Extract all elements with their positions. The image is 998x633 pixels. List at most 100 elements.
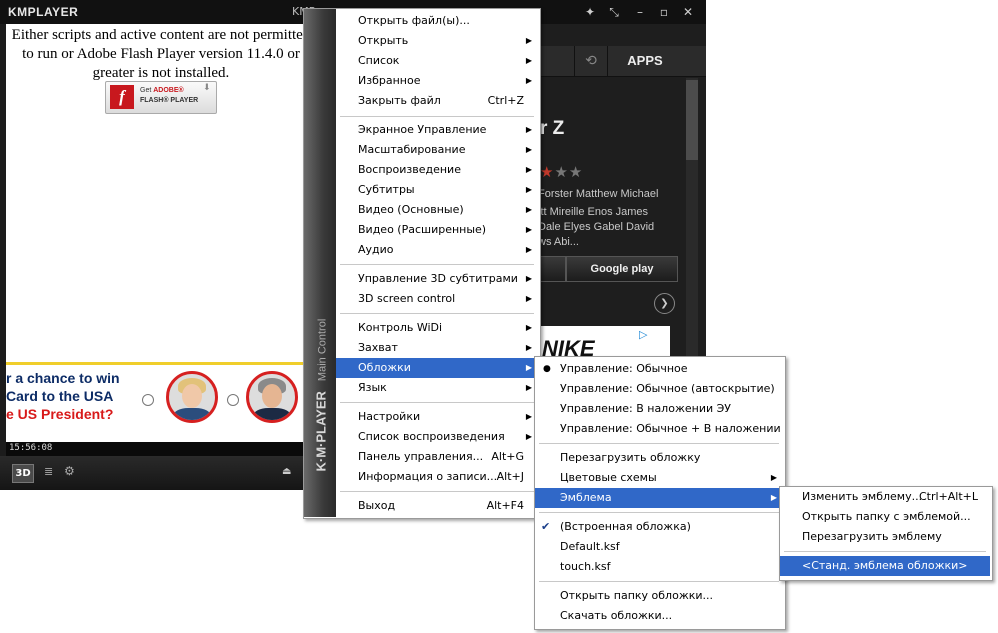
menu-item-playback[interactable]: Воспроизведение ▶ xyxy=(336,160,538,180)
menu-item-scaling[interactable]: Масштабирование ▶ xyxy=(336,140,538,160)
skin-item-reload[interactable]: Перезагрузить обложку xyxy=(535,448,783,468)
skin-item-normal-autohide[interactable]: Управление: Обычное (автоскрытие) xyxy=(535,379,783,399)
menu-separator xyxy=(340,491,534,492)
panel-scroll-thumb[interactable] xyxy=(686,80,698,160)
rating-stars: ★★★ xyxy=(540,163,583,181)
emblem-item-reload[interactable]: Перезагрузить эмблему xyxy=(780,527,990,547)
menu-item-video-advanced[interactable]: Видео (Расширенные) ▶ xyxy=(336,220,538,240)
menu-item-settings[interactable]: Настройки ▶ xyxy=(336,407,538,427)
menu-item-language[interactable]: Язык ▶ xyxy=(336,378,538,398)
menu-item-open-files[interactable]: Открыть файл(ы)... xyxy=(336,11,538,31)
candidate-portrait-1[interactable] xyxy=(166,371,218,423)
emblem-item-change[interactable]: Изменить эмблему... Ctrl+Alt+L xyxy=(780,487,990,507)
chevron-right-icon: ▶ xyxy=(525,363,532,372)
skin-item-download[interactable]: Скачать обложки... xyxy=(535,606,783,626)
menu-item-widi[interactable]: Контроль WiDi ▶ xyxy=(336,318,538,338)
close-button[interactable]: ✕ xyxy=(678,3,698,21)
skin-item-default-ksf[interactable]: Default.ksf xyxy=(535,537,783,557)
menu-item-screen-control[interactable]: Экранное Управление ▶ xyxy=(336,120,538,140)
emblem-item-default[interactable]: <Станд. эмблема обложки> xyxy=(780,556,990,576)
maximize-button[interactable]: ▫ xyxy=(654,3,674,21)
flash-warning-text: Either scripts and active content are no… xyxy=(11,27,303,81)
menu-separator xyxy=(340,264,534,265)
pin-icon[interactable]: ✦ xyxy=(580,3,600,21)
menu-item-list[interactable]: Список ▶ xyxy=(336,51,538,71)
chevron-right-icon: ▶ xyxy=(525,432,532,441)
skin-item-open-folder[interactable]: Открыть папку обложки... xyxy=(535,586,783,606)
skin-item-emblem[interactable]: Эмблема ▶ xyxy=(535,488,783,508)
menu-item-subtitles[interactable]: Субтитры ▶ xyxy=(336,180,538,200)
menu-separator xyxy=(539,512,779,513)
gear-icon[interactable]: ⚙ xyxy=(64,464,75,478)
chevron-right-icon: ▶ xyxy=(525,412,532,421)
star-icon: ★ xyxy=(554,163,569,181)
menu-item-video-basic[interactable]: Видео (Основные) ▶ xyxy=(336,200,538,220)
3d-button[interactable]: 3D xyxy=(12,464,34,483)
poll-radio-1[interactable] xyxy=(142,394,154,406)
video-area[interactable]: Either scripts and active content are no… xyxy=(6,24,303,442)
eject-icon[interactable]: ⏏ xyxy=(282,466,291,477)
menu-item-3d-screen[interactable]: 3D screen control ▶ xyxy=(336,289,538,309)
skin-item-normal-overlay[interactable]: Управление: Обычное + В наложении xyxy=(535,419,783,439)
menu-separator xyxy=(539,443,779,444)
minimode-icon[interactable]: ⤡ xyxy=(604,3,624,21)
menu-item-3d-subtitles[interactable]: Управление 3D субтитрами ▶ xyxy=(336,269,538,289)
app-logo[interactable]: KMPLAYER xyxy=(8,5,78,19)
apps-tab[interactable]: APPS xyxy=(606,46,684,76)
menu-separator xyxy=(340,402,534,403)
menu-separator xyxy=(340,313,534,314)
chevron-right-icon: ▶ xyxy=(525,225,532,234)
next-arrow-icon[interactable]: ❯ xyxy=(654,293,675,314)
menu-separator xyxy=(784,551,986,552)
menu-item-playlist[interactable]: Список воспроизведения ▶ xyxy=(336,427,538,447)
playlist-icon[interactable]: ≣ xyxy=(44,465,53,478)
chevron-right-icon: ▶ xyxy=(525,76,532,85)
menu-item-control-panel[interactable]: Панель управления... Alt+G xyxy=(336,447,538,467)
minimize-button[interactable]: – xyxy=(630,3,650,21)
chevron-right-icon: ▶ xyxy=(525,245,532,254)
skin-item-builtin[interactable]: ✔ (Встроенная обложка) xyxy=(535,517,783,537)
skin-item-color-schemes[interactable]: Цветовые схемы ▶ xyxy=(535,468,783,488)
adchoices-icon[interactable]: ▷ xyxy=(639,328,647,341)
star-icon: ★ xyxy=(568,163,584,181)
store-button[interactable] xyxy=(540,256,566,282)
time-bar: 15:56:08 xyxy=(6,442,303,456)
menu-item-skins[interactable]: Обложки ▶ xyxy=(336,358,538,378)
menu-item-audio[interactable]: Аудио ▶ xyxy=(336,240,538,260)
get-flash-player-button[interactable]: f Get ADOBE® FLASH® PLAYER ⬇ xyxy=(105,81,217,114)
skin-item-touch-ksf[interactable]: touch.ksf xyxy=(535,557,783,577)
poll-ad-banner[interactable]: r a chance to win Card to the USA e US P… xyxy=(6,362,303,442)
chevron-right-icon: ▶ xyxy=(525,205,532,214)
back-arrow-icon[interactable]: ⟲ xyxy=(574,46,608,76)
cast-line: ws Abi... xyxy=(538,236,579,248)
menu-item-close-file[interactable]: Закрыть файл Ctrl+Z xyxy=(336,91,538,111)
poll-radio-2[interactable] xyxy=(227,394,239,406)
skin-item-overlay[interactable]: Управление: В наложении ЭУ xyxy=(535,399,783,419)
radio-dot-icon: ● xyxy=(543,364,551,374)
menu-item-open[interactable]: Открыть ▶ xyxy=(336,31,538,51)
chevron-right-icon: ▶ xyxy=(525,294,532,303)
emblem-submenu: Изменить эмблему... Ctrl+Alt+L Открыть па… xyxy=(779,486,993,581)
chevron-right-icon: ▶ xyxy=(770,493,777,502)
ad-brand-text: NIKE xyxy=(542,336,595,356)
menu-item-exit[interactable]: Выход Alt+F4 xyxy=(336,496,538,516)
menu-item-favorites[interactable]: Избранное ▶ xyxy=(336,71,538,91)
menu-item-record-info[interactable]: Информация о записи... Alt+J xyxy=(336,467,538,487)
cast-line: Dale Elyes Gabel David xyxy=(538,221,655,233)
ad-line-2: Card to the USA xyxy=(6,388,114,404)
menu-separator xyxy=(539,581,779,582)
ad-line-3: e US President? xyxy=(6,406,114,422)
skin-item-normal[interactable]: ● Управление: Обычное xyxy=(535,359,783,379)
google-play-button[interactable]: Google play xyxy=(566,256,678,282)
menu-item-capture[interactable]: Захват ▶ xyxy=(336,338,538,358)
flash-logo-icon: f xyxy=(110,85,134,109)
emblem-item-open-folder[interactable]: Открыть папку с эмблемой... xyxy=(780,507,990,527)
clock-display: 15:56:08 xyxy=(9,443,53,453)
banner-ad[interactable]: NIKE ▷ xyxy=(540,326,670,356)
candidate-portrait-2[interactable] xyxy=(246,371,298,423)
chevron-right-icon: ▶ xyxy=(525,145,532,154)
flash-button-line1: Get ADOBE® xyxy=(140,87,184,94)
menu-side-banner: K·M·PLAYERMain Control xyxy=(304,9,336,517)
control-bar: 3D ≣ ⚙ ⏏ xyxy=(0,456,306,490)
menu-separator xyxy=(340,116,534,117)
